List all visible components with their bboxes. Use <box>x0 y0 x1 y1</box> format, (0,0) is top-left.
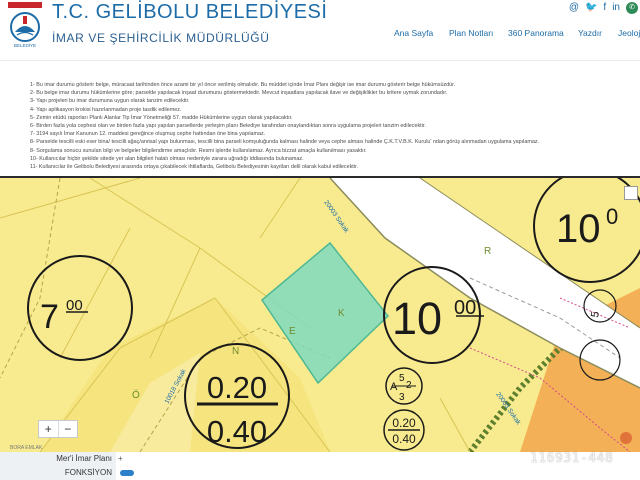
height-top-right-sup: 0 <box>606 204 618 229</box>
main-nav: Ana Sayfa Plan Notları 360 Panorama Yazd… <box>0 28 640 42</box>
road-letter: R <box>484 246 491 257</box>
row-value[interactable]: + <box>118 454 123 464</box>
road-letter: Ö <box>132 389 140 401</box>
table-row: FONKSİYON <box>0 466 640 480</box>
nav-plan-notlari[interactable]: Plan Notları <box>449 28 493 38</box>
road-letter: N <box>232 346 239 357</box>
note-item: 2- Bu belge imar durumu hükümlerine göre… <box>30 90 448 97</box>
header-divider <box>0 60 640 61</box>
height-right: 10 <box>392 293 442 344</box>
road-letter: E <box>289 326 296 337</box>
map-canvas[interactable]: 0.20 0.40 10 00 7 00 10 0 A 5 2 3 0.20 0… <box>0 178 640 452</box>
municipality-logo-icon[interactable]: BELEDİYE <box>8 2 42 50</box>
zoom-out-button[interactable]: − <box>57 421 78 437</box>
zoning-map[interactable]: 0.20 0.40 10 00 7 00 10 0 A 5 2 3 0.20 0… <box>0 178 640 452</box>
plan-notes: 1- Bu imar durumu gösterir belge, müraca… <box>30 81 630 171</box>
facebook-icon[interactable]: f <box>603 2 606 14</box>
note-item: 8- Sorgulama sonucu sunulan bilgi ve bel… <box>30 147 367 154</box>
row-label: FONKSİYON <box>0 466 116 480</box>
small-a: A <box>390 381 398 393</box>
note-item: 4- Yapı aplikasyon krokisi hazırlanmadan… <box>30 106 182 113</box>
brand-watermark: BORA EMLAK <box>10 445 43 451</box>
whatsapp-icon[interactable]: ✆ <box>626 2 638 14</box>
nav-yazdir[interactable]: Yazdır <box>578 28 602 38</box>
page-title: T.C. GELİBOLU BELEDİYESİ <box>52 1 328 23</box>
road-letter: K <box>338 308 345 319</box>
small-ratio-top: 0.20 <box>392 416 416 430</box>
social-links: @ 🐦 f in ✆ <box>569 2 638 14</box>
zoom-control: + − <box>38 420 78 438</box>
email-icon[interactable]: @ <box>569 2 579 14</box>
ratio-bottom: 0.40 <box>207 414 267 449</box>
logo-text: BELEDİYE <box>14 42 36 48</box>
row-label: Mer'i İmar Planı <box>0 452 116 466</box>
note-item: 10- Kullanıcılar hiçbir şekilde sitede y… <box>30 155 304 162</box>
map-layers-icon[interactable] <box>624 186 638 200</box>
note-item: 8- Parselde tescilli eski eser bina/ tes… <box>30 139 540 146</box>
twitter-icon[interactable]: 🐦 <box>585 2 597 14</box>
nav-ana-sayfa[interactable]: Ana Sayfa <box>394 28 433 38</box>
listing-watermark: 116931-448 <box>530 451 614 466</box>
nav-360-panorama[interactable]: 360 Panorama <box>508 28 564 38</box>
nav-jeoloji[interactable]: Jeoloji <box>618 28 640 38</box>
note-item: 11- Kullanıcılar ile Gelibolu Belediyesi… <box>30 164 359 171</box>
note-item: 6- Birden fazla yola cephesi olan ve bir… <box>30 123 426 130</box>
small-num3: 3 <box>399 392 405 403</box>
function-color-badge <box>120 470 134 476</box>
height-top-right: 10 <box>556 207 601 251</box>
note-item: 5- Zemin etüdü raporları Planlı Alanlar … <box>30 114 293 121</box>
small-ratio-bottom: 0.40 <box>392 432 416 446</box>
note-item: 3- Yapı projeleri bu imar durumuna uygun… <box>30 98 190 105</box>
zoom-in-button[interactable]: + <box>39 421 58 437</box>
site-header: BELEDİYE T.C. GELİBOLU BELEDİYESİ İMAR V… <box>0 0 640 62</box>
small-num1: 5 <box>399 373 405 384</box>
small-num2: 2 <box>406 380 412 391</box>
note-item: 1- Bu imar durumu gösterir belge, müraca… <box>30 82 456 88</box>
linkedin-icon[interactable]: in <box>612 2 620 14</box>
ratio-top: 0.20 <box>207 370 267 405</box>
note-item: 7- 3194 sayılı İmar Kanunun 12. maddesi … <box>30 131 266 138</box>
height-left: 7 <box>40 298 59 336</box>
